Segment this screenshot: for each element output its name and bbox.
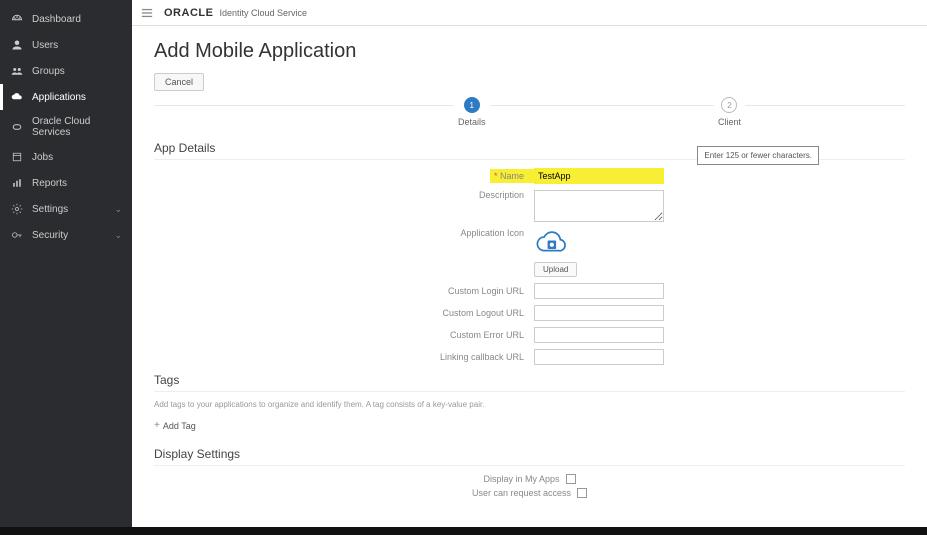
add-tag-label: Add Tag <box>163 421 196 431</box>
description-input[interactable] <box>534 190 664 222</box>
main: ORACLE Identity Cloud Service Add Mobile… <box>132 0 927 535</box>
content: Add Mobile Application Cancel 1 Details … <box>132 26 927 535</box>
step-circle-inactive: 2 <box>721 97 737 113</box>
sidebar-label: Groups <box>32 66 122 77</box>
sidebar: Dashboard Users Groups Applications Orac… <box>0 0 132 535</box>
linking-callback-label: Linking callback URL <box>154 352 534 362</box>
add-tag-button[interactable]: + Add Tag <box>154 420 196 431</box>
sidebar-label: Security <box>32 230 114 241</box>
groups-icon <box>10 64 24 78</box>
app-icon-label: Application Icon <box>154 228 534 238</box>
footer-bar <box>0 527 927 535</box>
cancel-button[interactable]: Cancel <box>154 73 204 91</box>
step-details[interactable]: 1 Details <box>454 97 490 127</box>
step-client[interactable]: 2 Client <box>714 97 745 127</box>
sidebar-item-settings[interactable]: Settings ⌄ <box>0 196 132 222</box>
stepper: 1 Details 2 Client <box>154 97 905 127</box>
sidebar-item-applications[interactable]: Applications <box>0 84 132 110</box>
step-label: Details <box>458 117 486 127</box>
cloud-icon <box>10 90 24 104</box>
divider <box>154 391 905 392</box>
name-input[interactable] <box>534 168 664 184</box>
sidebar-item-jobs[interactable]: Jobs <box>0 144 132 170</box>
sidebar-item-reports[interactable]: Reports <box>0 170 132 196</box>
user-request-checkbox[interactable] <box>577 488 587 498</box>
reports-icon <box>10 176 24 190</box>
sidebar-item-users[interactable]: Users <box>0 32 132 58</box>
display-in-my-apps-checkbox[interactable] <box>566 474 576 484</box>
sidebar-label: Oracle Cloud Services <box>32 116 122 138</box>
oracle-cloud-icon <box>10 120 24 134</box>
upload-button[interactable]: Upload <box>534 262 577 277</box>
chevron-down-icon: ⌄ <box>114 204 122 215</box>
custom-login-input[interactable] <box>534 283 664 299</box>
custom-error-input[interactable] <box>534 327 664 343</box>
user-request-label: User can request access <box>472 488 571 498</box>
plus-icon: + <box>154 420 160 431</box>
custom-login-label: Custom Login URL <box>154 286 534 296</box>
display-in-my-apps-label: Display in My Apps <box>483 474 559 484</box>
section-display-settings: Display Settings <box>154 447 905 461</box>
stepper-line <box>154 105 905 106</box>
jobs-icon <box>10 150 24 164</box>
custom-error-label: Custom Error URL <box>154 330 534 340</box>
description-label: Description <box>154 190 534 200</box>
divider <box>154 465 905 466</box>
linking-callback-input[interactable] <box>534 349 664 365</box>
page-title: Add Mobile Application <box>154 40 905 63</box>
name-label: Name <box>490 169 534 183</box>
custom-logout-label: Custom Logout URL <box>154 308 534 318</box>
sidebar-item-groups[interactable]: Groups <box>0 58 132 84</box>
tags-description: Add tags to your applications to organiz… <box>154 400 905 409</box>
sidebar-item-security[interactable]: Security ⌄ <box>0 222 132 248</box>
sidebar-label: Jobs <box>32 152 122 163</box>
step-label: Client <box>718 117 741 127</box>
step-circle-active: 1 <box>464 97 480 113</box>
sidebar-item-oracle-cloud-services[interactable]: Oracle Cloud Services <box>0 110 132 144</box>
user-icon <box>10 38 24 52</box>
custom-logout-input[interactable] <box>534 305 664 321</box>
gear-icon <box>10 202 24 216</box>
sidebar-label: Applications <box>32 92 122 103</box>
section-tags: Tags <box>154 373 905 387</box>
sidebar-label: Users <box>32 40 122 51</box>
topbar: ORACLE Identity Cloud Service <box>132 0 927 26</box>
key-icon <box>10 228 24 242</box>
sidebar-label: Reports <box>32 178 122 189</box>
app-icon-image <box>534 228 568 258</box>
hamburger-icon[interactable] <box>140 6 154 20</box>
chevron-down-icon: ⌄ <box>114 230 122 241</box>
sidebar-label: Settings <box>32 204 114 215</box>
product-name: Identity Cloud Service <box>219 8 307 18</box>
sidebar-label: Dashboard <box>32 14 122 25</box>
dashboard-icon <box>10 12 24 26</box>
tooltip-char-limit: Enter 125 or fewer characters. <box>697 146 819 165</box>
sidebar-item-dashboard[interactable]: Dashboard <box>0 6 132 32</box>
brand-logo: ORACLE <box>164 7 213 19</box>
